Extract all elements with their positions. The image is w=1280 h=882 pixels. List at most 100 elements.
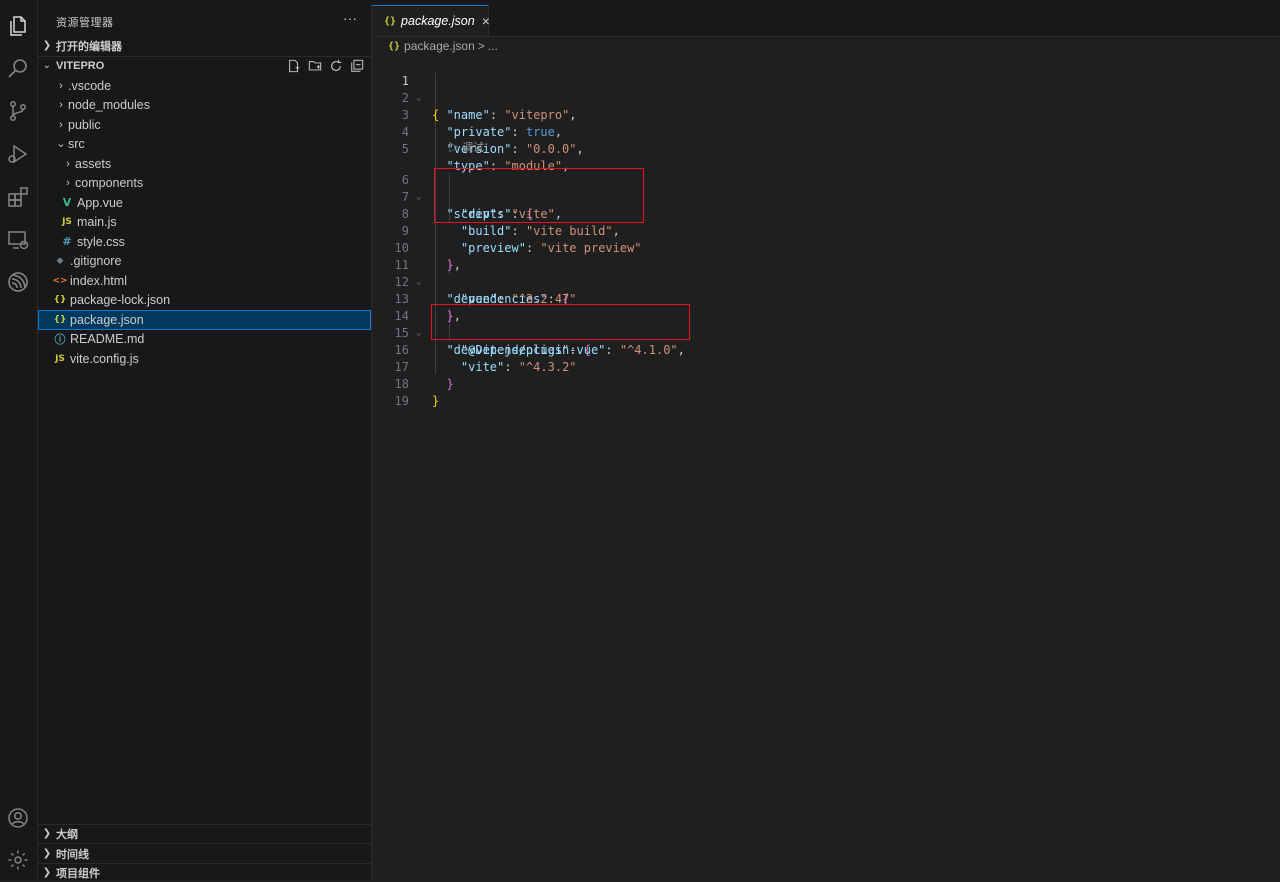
code-line: 12 "vue": "^3.2.47" [372,257,1280,306]
html-file-icon: <> [52,275,68,286]
vue-file-icon: V [62,196,72,210]
sidebar-title: 资源管理器 [56,17,114,29]
tree-item-label: README.md [70,331,145,346]
chevron-right-icon: ❯ [42,848,52,859]
tab-package-json[interactable]: {} package.json × [372,5,490,36]
file-row-readme-md[interactable]: ⓘ README.md [38,329,371,349]
open-editors-label: 打开的编辑器 [56,40,122,53]
chevron-right-icon: › [66,157,70,170]
project-components-label: 项目组件 [56,867,100,880]
javascript-file-icon: JS [62,216,72,227]
chevron-right-icon: ❯ [42,40,52,51]
breadcrumb-rest[interactable]: ... [488,39,498,53]
collapse-all-icon[interactable] [349,58,365,74]
run-debug-icon[interactable] [4,140,32,168]
folder-row-assets[interactable]: › assets [38,154,371,174]
file-row-package-lock-json[interactable]: {} package-lock.json [38,290,371,310]
timeline-label: 时间线 [56,848,89,861]
project-label: VITEPRO [56,59,105,72]
remote-explorer-icon[interactable] [4,226,32,254]
file-row-app-vue[interactable]: V App.vue [38,193,371,213]
code-line: 1 ⌄ { [372,56,1280,122]
chevron-right-icon: › [66,176,70,189]
code-line: 13 }, [372,274,1280,323]
play-icon: ▷ [448,142,459,154]
breadcrumb-separator: > [477,39,485,53]
code-line: 18 } [372,359,1280,408]
code-line: 5 "type": "module", [372,124,1280,173]
chevron-down-icon: ⌄ [56,138,66,151]
activity-bar [0,0,38,880]
devdependencies-highlight-box [431,304,690,340]
tree-item-label: src [68,136,85,151]
codelens-label: 调试 [462,142,485,154]
explorer-sidebar: 资源管理器 ··· ❯ 打开的编辑器 ⌄ VITEPRO › .vscode ›… [38,5,372,880]
extensions-icon[interactable] [4,183,32,211]
json-file-icon: {} [53,294,67,305]
info-file-icon: ⓘ [54,332,66,346]
code-line: 4 "version": "0.0.0", [372,107,1280,156]
scripts-highlight-box [434,168,644,223]
line-number: 19 [394,394,409,408]
code-line: 3 "private": true, [372,90,1280,139]
chevron-right-icon: ❯ [42,867,52,878]
chevron-right-icon: › [59,118,63,131]
javascript-file-icon: JS [55,353,65,364]
tree-item-label: public [68,117,101,132]
outline-section[interactable]: ❯ 大纲 [38,824,371,843]
close-icon[interactable]: × [482,13,490,29]
code-line: 10 }, [372,223,1280,272]
json-file-icon: {} [388,40,401,52]
tree-item-label: package-lock.json [70,292,171,307]
refresh-icon[interactable] [328,58,344,74]
tab-label: package.json [401,14,475,28]
file-row-index-html[interactable]: <> index.html [38,271,371,291]
chevron-down-icon: ⌄ [42,60,52,71]
file-row-gitignore[interactable]: ◆ .gitignore [38,251,371,271]
tree-item-label: index.html [70,273,127,288]
folder-row-vscode[interactable]: › .vscode [38,76,371,96]
breadcrumb-file[interactable]: package.json [404,39,475,53]
json-file-icon: {} [53,314,67,325]
folder-row-components[interactable]: › components [38,173,371,193]
new-folder-icon[interactable] [307,58,323,74]
new-file-icon[interactable] [286,58,302,74]
tree-item-label: App.vue [77,195,123,210]
search-icon[interactable] [4,55,32,83]
tree-item-label: package.json [70,312,144,327]
file-row-main-js[interactable]: JS main.js [38,212,371,232]
file-row-vite-config-js[interactable]: JS vite.config.js [38,349,371,369]
code-line: 11 ⌄ "dependencies": { [372,240,1280,306]
code-line: 17 } [372,342,1280,391]
tree-item-label: .vscode [68,78,112,93]
chevron-right-icon: › [59,79,63,92]
chevron-right-icon: › [59,98,63,111]
esp-idf-icon[interactable] [4,268,32,296]
settings-gear-icon[interactable] [4,846,32,874]
open-editors-section[interactable]: ❯ 打开的编辑器 [38,36,371,55]
outline-label: 大纲 [56,828,78,841]
json-file-icon: {} [384,15,397,27]
tree-item-label: main.js [77,214,117,229]
explorer-icon[interactable] [4,12,32,40]
debug-codelens[interactable]: ▷ 调试 [448,139,484,155]
breadcrumb: {} package.json > ... [388,38,498,54]
editor-tab-bar: {} package.json × [372,5,1280,37]
project-section[interactable]: ⌄ VITEPRO [38,56,371,75]
code-line: 2 "name": "vitepro", [372,73,1280,122]
file-row-package-json[interactable]: {} package.json [38,310,371,330]
tree-item-label: .gitignore [70,253,122,268]
folder-row-node-modules[interactable]: › node_modules [38,95,371,115]
folder-row-public[interactable]: › public [38,115,371,135]
code-editor[interactable]: 1 ⌄ { 2 "name": "vitepro", 3 "private": … [372,56,1280,880]
project-components-section[interactable]: ❯ 项目组件 [38,863,371,882]
css-file-icon: # [62,235,72,249]
more-actions-button[interactable]: ··· [343,10,357,26]
timeline-section[interactable]: ❯ 时间线 [38,844,371,863]
account-icon[interactable] [4,804,32,832]
chevron-right-icon: ❯ [42,828,52,839]
file-row-style-css[interactable]: # style.css [38,232,371,252]
tree-item-label: components [75,175,144,190]
folder-row-src[interactable]: ⌄ src [38,134,371,154]
source-control-icon[interactable] [4,97,32,125]
